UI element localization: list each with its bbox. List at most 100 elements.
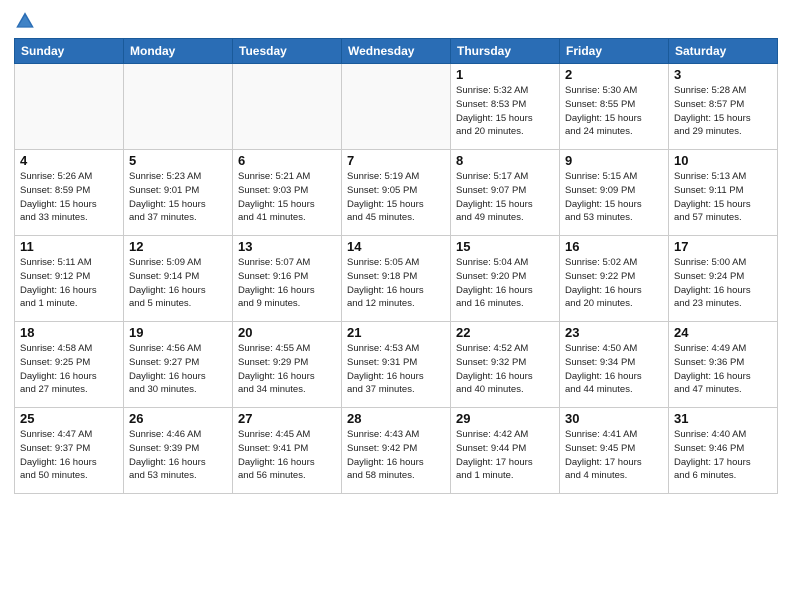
day-number: 11 [20,239,118,254]
calendar-cell: 21 Sunrise: 4:53 AM Sunset: 9:31 PM Dayli… [342,322,451,408]
header-cell-thursday: Thursday [451,39,560,64]
calendar-cell: 26 Sunrise: 4:46 AM Sunset: 9:39 PM Dayli… [124,408,233,494]
day-number: 18 [20,325,118,340]
day-number: 3 [674,67,772,82]
day-info: Sunrise: 5:02 AM Sunset: 9:22 PM Dayligh… [565,256,663,311]
day-number: 28 [347,411,445,426]
day-info: Sunrise: 4:52 AM Sunset: 9:32 PM Dayligh… [456,342,554,397]
day-info: Sunrise: 4:46 AM Sunset: 9:39 PM Dayligh… [129,428,227,483]
day-info: Sunrise: 5:15 AM Sunset: 9:09 PM Dayligh… [565,170,663,225]
day-info: Sunrise: 5:30 AM Sunset: 8:55 PM Dayligh… [565,84,663,139]
calendar-cell: 7 Sunrise: 5:19 AM Sunset: 9:05 PM Daylig… [342,150,451,236]
day-info: Sunrise: 4:58 AM Sunset: 9:25 PM Dayligh… [20,342,118,397]
day-info: Sunrise: 5:13 AM Sunset: 9:11 PM Dayligh… [674,170,772,225]
week-row-3: 18 Sunrise: 4:58 AM Sunset: 9:25 PM Dayli… [15,322,778,408]
calendar-cell [233,64,342,150]
header-cell-wednesday: Wednesday [342,39,451,64]
day-info: Sunrise: 5:32 AM Sunset: 8:53 PM Dayligh… [456,84,554,139]
calendar-cell: 30Sunrise: 4:41 AM Sunset: 9:45 PM Dayli… [560,408,669,494]
day-info: Sunrise: 5:21 AM Sunset: 9:03 PM Dayligh… [238,170,336,225]
calendar-cell: 2Sunrise: 5:30 AM Sunset: 8:55 PM Daylig… [560,64,669,150]
calendar-cell: 16Sunrise: 5:02 AM Sunset: 9:22 PM Dayli… [560,236,669,322]
day-info: Sunrise: 5:07 AM Sunset: 9:16 PM Dayligh… [238,256,336,311]
calendar-cell: 13 Sunrise: 5:07 AM Sunset: 9:16 PM Dayli… [233,236,342,322]
calendar-cell: 20Sunrise: 4:55 AM Sunset: 9:29 PM Dayli… [233,322,342,408]
day-number: 29 [456,411,554,426]
week-row-0: 1 Sunrise: 5:32 AM Sunset: 8:53 PM Daylig… [15,64,778,150]
header-cell-saturday: Saturday [669,39,778,64]
header-cell-sunday: Sunday [15,39,124,64]
header-row: SundayMondayTuesdayWednesdayThursdayFrid… [15,39,778,64]
header-cell-tuesday: Tuesday [233,39,342,64]
calendar-cell: 14Sunrise: 5:05 AM Sunset: 9:18 PM Dayli… [342,236,451,322]
day-number: 6 [238,153,336,168]
calendar-cell: 27Sunrise: 4:45 AM Sunset: 9:41 PM Dayli… [233,408,342,494]
day-info: Sunrise: 5:04 AM Sunset: 9:20 PM Dayligh… [456,256,554,311]
day-number: 23 [565,325,663,340]
calendar-cell: 28 Sunrise: 4:43 AM Sunset: 9:42 PM Dayli… [342,408,451,494]
header-cell-monday: Monday [124,39,233,64]
day-info: Sunrise: 5:26 AM Sunset: 8:59 PM Dayligh… [20,170,118,225]
day-number: 8 [456,153,554,168]
calendar-cell: 3 Sunrise: 5:28 AM Sunset: 8:57 PM Daylig… [669,64,778,150]
calendar-cell: 15 Sunrise: 5:04 AM Sunset: 9:20 PM Dayli… [451,236,560,322]
day-number: 26 [129,411,227,426]
day-info: Sunrise: 4:55 AM Sunset: 9:29 PM Dayligh… [238,342,336,397]
calendar-cell: 1 Sunrise: 5:32 AM Sunset: 8:53 PM Daylig… [451,64,560,150]
page: SundayMondayTuesdayWednesdayThursdayFrid… [0,0,792,612]
day-number: 19 [129,325,227,340]
day-info: Sunrise: 4:49 AM Sunset: 9:36 PM Dayligh… [674,342,772,397]
day-info: Sunrise: 5:11 AM Sunset: 9:12 PM Dayligh… [20,256,118,311]
day-info: Sunrise: 5:17 AM Sunset: 9:07 PM Dayligh… [456,170,554,225]
day-number: 7 [347,153,445,168]
day-info: Sunrise: 4:42 AM Sunset: 9:44 PM Dayligh… [456,428,554,483]
day-number: 21 [347,325,445,340]
day-number: 30 [565,411,663,426]
day-info: Sunrise: 4:43 AM Sunset: 9:42 PM Dayligh… [347,428,445,483]
week-row-4: 25Sunrise: 4:47 AM Sunset: 9:37 PM Dayli… [15,408,778,494]
day-info: Sunrise: 4:53 AM Sunset: 9:31 PM Dayligh… [347,342,445,397]
calendar-cell [342,64,451,150]
calendar-cell: 25Sunrise: 4:47 AM Sunset: 9:37 PM Dayli… [15,408,124,494]
day-info: Sunrise: 4:56 AM Sunset: 9:27 PM Dayligh… [129,342,227,397]
day-number: 13 [238,239,336,254]
calendar-cell: 6 Sunrise: 5:21 AM Sunset: 9:03 PM Daylig… [233,150,342,236]
calendar-cell: 9Sunrise: 5:15 AM Sunset: 9:09 PM Daylig… [560,150,669,236]
calendar-cell: 5Sunrise: 5:23 AM Sunset: 9:01 PM Daylig… [124,150,233,236]
header-cell-friday: Friday [560,39,669,64]
day-info: Sunrise: 5:05 AM Sunset: 9:18 PM Dayligh… [347,256,445,311]
day-info: Sunrise: 5:09 AM Sunset: 9:14 PM Dayligh… [129,256,227,311]
calendar-cell [15,64,124,150]
day-info: Sunrise: 5:23 AM Sunset: 9:01 PM Dayligh… [129,170,227,225]
calendar-cell: 24 Sunrise: 4:49 AM Sunset: 9:36 PM Dayli… [669,322,778,408]
calendar-cell: 4 Sunrise: 5:26 AM Sunset: 8:59 PM Daylig… [15,150,124,236]
calendar-cell: 18 Sunrise: 4:58 AM Sunset: 9:25 PM Dayli… [15,322,124,408]
day-number: 1 [456,67,554,82]
calendar-cell [124,64,233,150]
day-number: 17 [674,239,772,254]
logo [14,10,39,32]
calendar-cell: 29 Sunrise: 4:42 AM Sunset: 9:44 PM Dayli… [451,408,560,494]
header [14,10,778,32]
calendar-cell: 10 Sunrise: 5:13 AM Sunset: 9:11 PM Dayli… [669,150,778,236]
day-info: Sunrise: 4:45 AM Sunset: 9:41 PM Dayligh… [238,428,336,483]
week-row-1: 4 Sunrise: 5:26 AM Sunset: 8:59 PM Daylig… [15,150,778,236]
day-number: 31 [674,411,772,426]
calendar-cell: 22 Sunrise: 4:52 AM Sunset: 9:32 PM Dayli… [451,322,560,408]
day-info: Sunrise: 4:50 AM Sunset: 9:34 PM Dayligh… [565,342,663,397]
logo-icon [14,10,36,32]
day-info: Sunrise: 5:19 AM Sunset: 9:05 PM Dayligh… [347,170,445,225]
day-info: Sunrise: 5:28 AM Sunset: 8:57 PM Dayligh… [674,84,772,139]
day-info: Sunrise: 4:40 AM Sunset: 9:46 PM Dayligh… [674,428,772,483]
day-number: 12 [129,239,227,254]
day-number: 4 [20,153,118,168]
calendar-cell: 31 Sunrise: 4:40 AM Sunset: 9:46 PM Dayli… [669,408,778,494]
calendar-table: SundayMondayTuesdayWednesdayThursdayFrid… [14,38,778,494]
day-number: 15 [456,239,554,254]
day-number: 24 [674,325,772,340]
day-info: Sunrise: 5:00 AM Sunset: 9:24 PM Dayligh… [674,256,772,311]
day-number: 10 [674,153,772,168]
week-row-2: 11 Sunrise: 5:11 AM Sunset: 9:12 PM Dayli… [15,236,778,322]
day-number: 22 [456,325,554,340]
calendar-cell: 11 Sunrise: 5:11 AM Sunset: 9:12 PM Dayli… [15,236,124,322]
